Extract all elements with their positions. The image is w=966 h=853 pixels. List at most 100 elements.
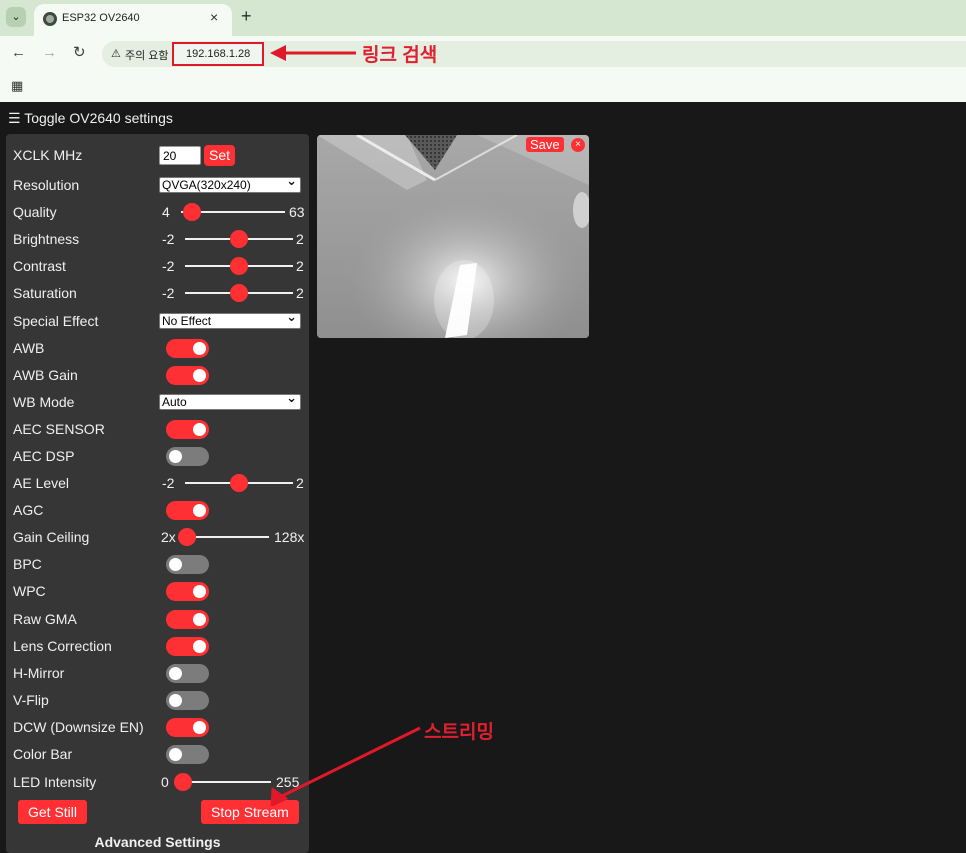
- awb-toggle[interactable]: [166, 339, 209, 358]
- h-mirror-toggle[interactable]: [166, 664, 209, 683]
- xclk-row: XCLK MHz 20 Set: [13, 144, 305, 166]
- resolution-row: Resolution QVGA(320x240): [13, 174, 305, 196]
- lens-correction-row: Lens Correction: [13, 635, 305, 657]
- awb-label: AWB: [13, 340, 45, 356]
- quality-row: Quality 4 63: [13, 201, 305, 223]
- saturation-slider-thumb[interactable]: [230, 284, 248, 302]
- reload-icon[interactable]: ↻: [73, 44, 86, 62]
- tab-title: ESP32 OV2640: [62, 12, 140, 24]
- gain-ceiling-max-label: 128x: [274, 529, 305, 545]
- aec-sensor-row: AEC SENSOR: [13, 418, 305, 440]
- annotation-arrow-stream: [270, 726, 421, 806]
- wb-mode-label: WB Mode: [13, 394, 75, 410]
- dcw-toggle[interactable]: [166, 718, 209, 737]
- ae-level-row: AE Level -2 2: [13, 472, 305, 494]
- contrast-row: Contrast -2 2: [13, 255, 305, 277]
- camera-frame: [317, 135, 589, 338]
- security-warning-text[interactable]: 주의 요함: [125, 47, 169, 63]
- gain-ceiling-min-label: 2x: [161, 529, 176, 545]
- agc-row: AGC: [13, 499, 305, 521]
- resolution-select[interactable]: QVGA(320x240): [159, 174, 301, 193]
- ae-level-label: AE Level: [13, 475, 70, 491]
- warning-icon[interactable]: ⚠: [111, 47, 121, 60]
- dcw-label: DCW (Downsize EN): [13, 719, 144, 735]
- bpc-toggle[interactable]: [166, 555, 209, 574]
- agc-toggle[interactable]: [166, 501, 209, 520]
- xclk-input[interactable]: 20: [159, 146, 201, 165]
- raw-gma-label: Raw GMA: [13, 611, 77, 627]
- wb-mode-select[interactable]: Auto: [159, 391, 301, 410]
- v-flip-row: V-Flip: [13, 689, 305, 711]
- new-tab-icon[interactable]: +: [241, 6, 252, 26]
- awb-row: AWB: [13, 337, 305, 359]
- brightness-row: Brightness -2 2: [13, 228, 305, 250]
- gain-ceiling-label: Gain Ceiling: [13, 529, 90, 545]
- get-still-button[interactable]: Get Still: [18, 800, 88, 824]
- resolution-label: Resolution: [13, 177, 80, 193]
- quality-label: Quality: [13, 204, 57, 220]
- advanced-settings-heading[interactable]: Advanced Settings: [6, 834, 309, 850]
- saturation-label: Saturation: [13, 285, 77, 301]
- special-effect-select[interactable]: No Effect: [159, 310, 301, 329]
- led-intensity-slider-thumb[interactable]: [174, 773, 192, 791]
- led-intensity-slider-track[interactable]: [179, 781, 271, 783]
- back-arrow-icon[interactable]: ←: [11, 44, 26, 62]
- awb-gain-row: AWB Gain: [13, 364, 305, 386]
- quality-max-label: 63: [289, 204, 305, 220]
- gain-ceiling-slider-thumb[interactable]: [178, 528, 196, 546]
- led-intensity-min-label: 0: [161, 774, 169, 790]
- color-bar-toggle[interactable]: [166, 745, 209, 764]
- settings-toggle-label[interactable]: Toggle OV2640 settings: [24, 110, 173, 126]
- aec-dsp-toggle[interactable]: [166, 447, 209, 466]
- contrast-slider-thumb[interactable]: [230, 257, 248, 275]
- settings-toggle[interactable]: ☰ Toggle OV2640 settings: [8, 110, 173, 127]
- url-text[interactable]: 192.168.1.28: [186, 48, 250, 60]
- tab-strip: ⌄ ESP32 OV2640 × +: [0, 0, 966, 36]
- aec-dsp-row: AEC DSP: [13, 445, 305, 467]
- apps-grid-icon[interactable]: ▦: [11, 78, 23, 94]
- lens-correction-toggle[interactable]: [166, 637, 209, 656]
- aec-dsp-label: AEC DSP: [13, 448, 75, 464]
- raw-gma-toggle[interactable]: [166, 610, 209, 629]
- awb-gain-toggle[interactable]: [166, 366, 209, 385]
- annotation-link-label: 링크 검색: [362, 45, 438, 66]
- annotation-arrow-link: [270, 45, 356, 61]
- close-stream-icon[interactable]: ×: [571, 138, 585, 152]
- save-button[interactable]: Save: [526, 137, 564, 152]
- contrast-max-label: 2: [296, 258, 304, 274]
- xclk-label: XCLK MHz: [13, 147, 83, 163]
- contrast-label: Contrast: [13, 258, 66, 274]
- globe-icon: [43, 12, 57, 26]
- tab-close-icon[interactable]: ×: [210, 9, 218, 25]
- brightness-slider-thumb[interactable]: [230, 230, 248, 248]
- wpc-toggle[interactable]: [166, 582, 209, 601]
- url-highlight-box[interactable]: 192.168.1.28: [172, 42, 264, 66]
- ae-level-min-label: -2: [162, 475, 175, 491]
- bpc-label: BPC: [13, 556, 42, 572]
- raw-gma-row: Raw GMA: [13, 608, 305, 630]
- h-mirror-row: H-Mirror: [13, 662, 305, 684]
- xclk-set-button[interactable]: Set: [204, 145, 236, 166]
- ae-level-slider-thumb[interactable]: [230, 474, 248, 492]
- saturation-row: Saturation -2 2: [13, 282, 305, 304]
- address-bar[interactable]: ⚠ 주의 요함 192.168.1.28: [102, 41, 966, 67]
- annotation-stream-label: 스트리밍: [424, 722, 494, 743]
- menu-icon[interactable]: ☰: [8, 110, 21, 126]
- special-effect-label: Special Effect: [13, 313, 99, 329]
- contrast-min-label: -2: [162, 258, 175, 274]
- agc-label: AGC: [13, 502, 44, 518]
- quality-slider-thumb[interactable]: [182, 203, 201, 221]
- aec-sensor-toggle[interactable]: [166, 420, 209, 439]
- quality-min-label: 4: [162, 204, 170, 220]
- v-flip-toggle[interactable]: [166, 691, 209, 710]
- browser-toolbar: ← → ↻ ⚠ 주의 요함 192.168.1.28: [0, 36, 966, 72]
- browser-tab[interactable]: ESP32 OV2640 ×: [34, 4, 232, 36]
- awb-gain-label: AWB Gain: [13, 367, 78, 383]
- tab-search-icon[interactable]: ⌄: [6, 7, 26, 27]
- aec-sensor-label: AEC SENSOR: [13, 421, 105, 437]
- wpc-row: WPC: [13, 580, 305, 602]
- brightness-label: Brightness: [13, 231, 80, 247]
- wb-mode-row: WB Mode Auto: [13, 391, 305, 413]
- bpc-row: BPC: [13, 553, 305, 575]
- forward-arrow-icon[interactable]: →: [42, 44, 57, 62]
